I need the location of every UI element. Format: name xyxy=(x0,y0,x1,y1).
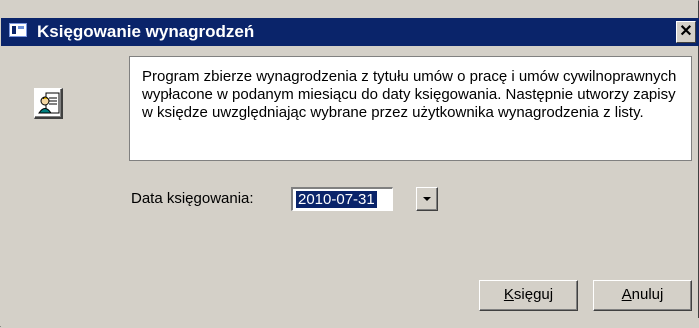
title-bar[interactable]: Księgowanie wynagrodzeń ✕ xyxy=(1,18,699,46)
description-text: Program zbierze wynagrodzenia z tytułu u… xyxy=(142,68,677,121)
person-document-icon xyxy=(34,88,63,119)
post-button-mnemonic: K xyxy=(503,286,514,303)
posting-date-label: Data księgowania: xyxy=(131,190,254,207)
cancel-button[interactable]: Anuluj xyxy=(593,280,692,311)
posting-date-value: 2010-07-31 xyxy=(296,191,377,208)
post-button-label: sięguj xyxy=(513,286,554,303)
app-window-icon xyxy=(9,23,27,37)
booking-dialog: Księgowanie wynagrodzeń ✕ Program zbierz… xyxy=(0,0,699,328)
post-button[interactable]: Księguj xyxy=(479,280,578,311)
description-panel: Program zbierze wynagrodzenia z tytułu u… xyxy=(129,56,692,161)
cancel-button-label: nuluj xyxy=(631,286,664,303)
date-dropdown-button[interactable] xyxy=(416,187,438,211)
posting-date-field[interactable]: 2010-07-31 xyxy=(291,187,393,211)
window-title: Księgowanie wynagrodzeń xyxy=(37,22,255,41)
cancel-button-mnemonic: A xyxy=(621,286,632,303)
close-button[interactable]: ✕ xyxy=(676,21,696,43)
